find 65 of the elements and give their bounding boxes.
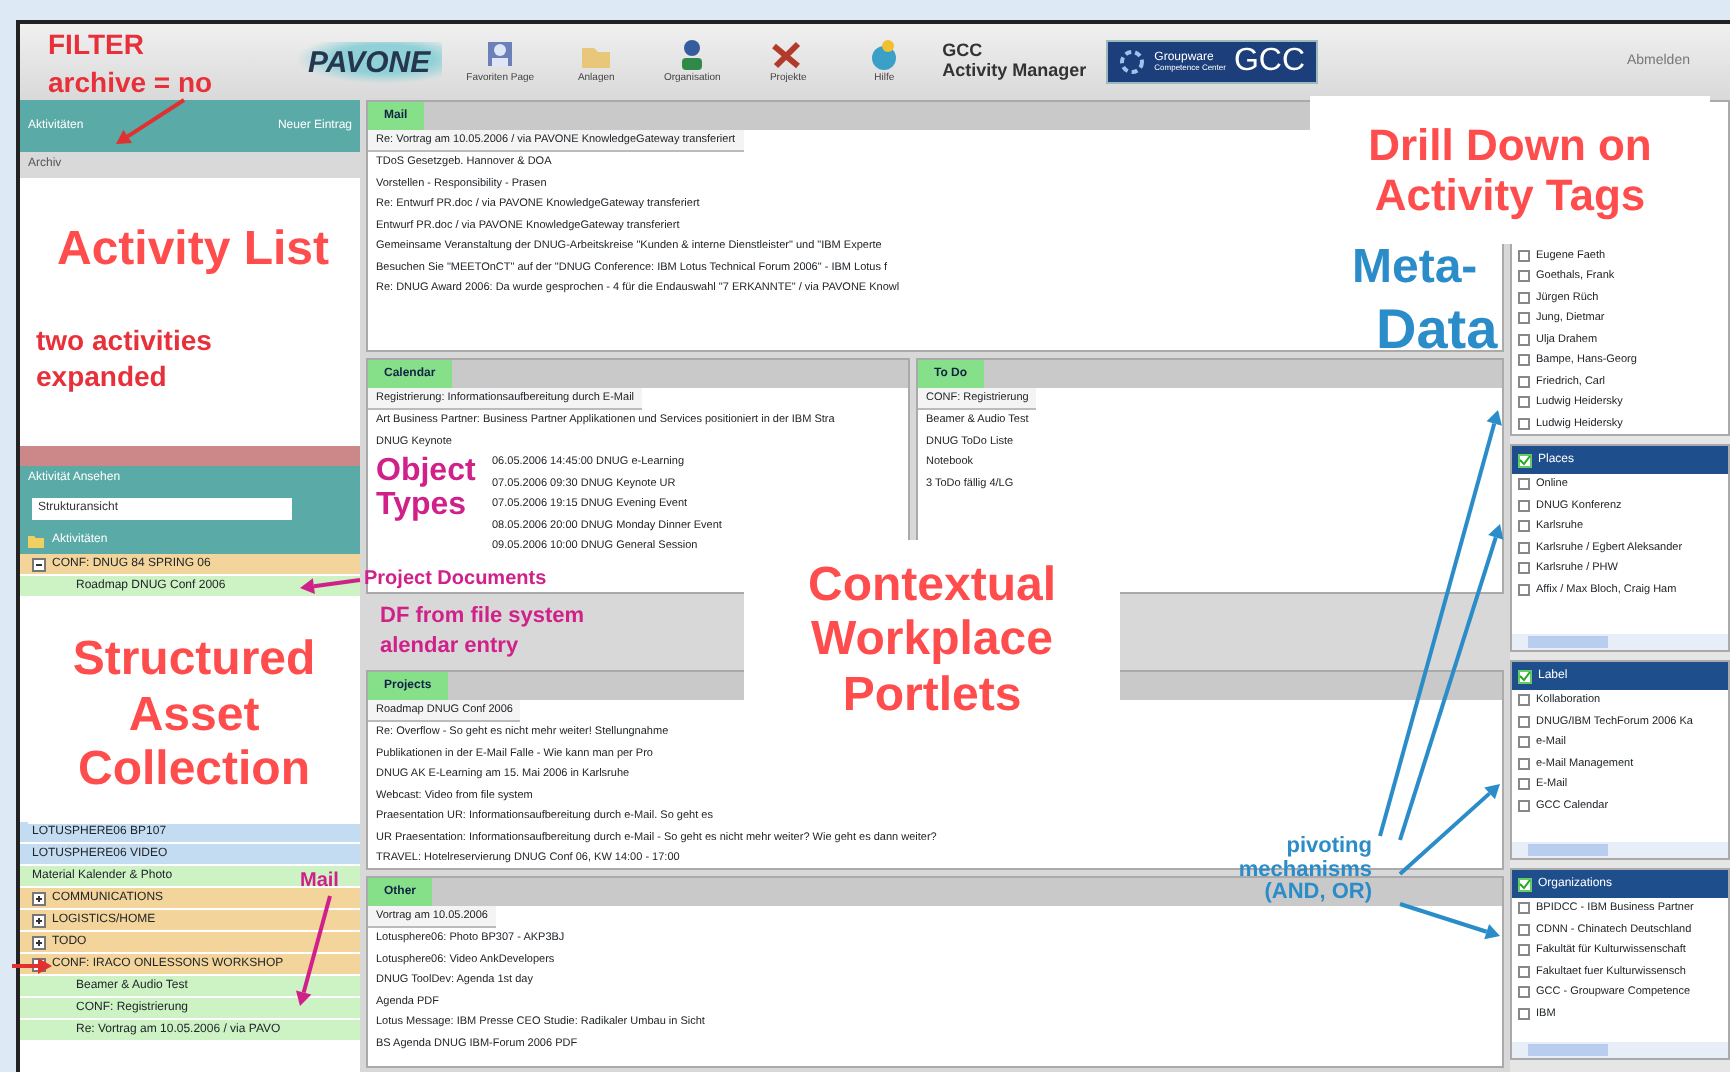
banner-mark: GCC <box>1233 46 1306 78</box>
annotation-note: Project Documents <box>364 570 547 591</box>
app-title: Activity Manager <box>942 62 1087 82</box>
annotation-note: FILTER <box>48 30 144 60</box>
checkbox[interactable] <box>1518 354 1530 367</box>
checkbox[interactable] <box>1518 965 1530 978</box>
callout-label: Contextual Workplace Portlets <box>805 557 1058 723</box>
annotation-headline: Meta- <box>1352 242 1478 293</box>
annotation-note: DF from file system <box>380 606 585 630</box>
scrollbar[interactable] <box>1512 1042 1728 1058</box>
checkbox[interactable] <box>1518 715 1530 728</box>
checkbox[interactable] <box>1518 312 1530 325</box>
checkbox[interactable] <box>1518 1007 1530 1020</box>
checkbox[interactable] <box>1518 944 1530 957</box>
checkbox[interactable] <box>1518 478 1530 491</box>
annotation-note: pivoting mechanisms (AND, OR) <box>1236 836 1372 906</box>
checkbox[interactable] <box>1518 541 1530 554</box>
callout-label: Drill Down on Activity Tags <box>1366 119 1654 221</box>
annotation-note: expanded <box>36 362 167 392</box>
scroll-thumb[interactable] <box>1528 1044 1608 1056</box>
checkbox[interactable] <box>1518 270 1530 283</box>
scrollbar[interactable] <box>1512 634 1728 650</box>
checkbox[interactable] <box>1518 396 1530 409</box>
arrow <box>295 895 332 1006</box>
checkbox[interactable] <box>1518 375 1530 388</box>
annotation-note: archive = no <box>48 68 213 98</box>
arrow <box>1399 902 1500 940</box>
checkbox[interactable] <box>1518 499 1530 512</box>
checkbox[interactable] <box>1518 736 1530 749</box>
checkbox[interactable] <box>1518 694 1530 707</box>
checkbox[interactable] <box>1518 799 1530 812</box>
app-title: GCC <box>942 42 985 62</box>
scrollbar[interactable] <box>1512 842 1728 858</box>
logo: PAVONE <box>296 41 443 83</box>
checkbox[interactable] <box>1518 249 1530 262</box>
annotation-headline: Data <box>1376 300 1498 359</box>
check-icon <box>1518 877 1532 891</box>
checkbox[interactable] <box>1518 986 1530 999</box>
scroll-thumb[interactable] <box>1528 636 1608 648</box>
checkbox[interactable] <box>1518 562 1530 575</box>
checkbox[interactable] <box>1518 757 1530 770</box>
checkbox[interactable] <box>1518 778 1530 791</box>
scroll-thumb[interactable] <box>1528 844 1608 856</box>
annotation-note: two activities <box>36 326 212 356</box>
folder-icon <box>28 533 44 547</box>
checkbox[interactable] <box>1518 333 1530 346</box>
check-icon <box>1518 669 1532 683</box>
callout-label: Activity List <box>56 222 330 278</box>
collapse-icon[interactable] <box>32 557 46 571</box>
callout-label: Structured Asset Collection <box>70 632 318 798</box>
annotation-note: alendar entry <box>380 636 519 660</box>
checkbox[interactable] <box>1518 923 1530 936</box>
annotation-note: Object Types <box>376 456 478 524</box>
checkbox[interactable] <box>1518 583 1530 596</box>
annotation-note: Mail <box>300 872 339 893</box>
checkbox[interactable] <box>1518 417 1530 430</box>
expand-icon[interactable] <box>32 935 46 949</box>
arrow <box>300 578 361 595</box>
arrow <box>116 98 186 144</box>
check-icon <box>1518 453 1532 467</box>
expand-icon[interactable] <box>32 913 46 927</box>
checkbox[interactable] <box>1518 520 1530 533</box>
expand-icon[interactable] <box>32 891 46 905</box>
checkbox[interactable] <box>1518 291 1530 304</box>
checkbox[interactable] <box>1518 902 1530 915</box>
